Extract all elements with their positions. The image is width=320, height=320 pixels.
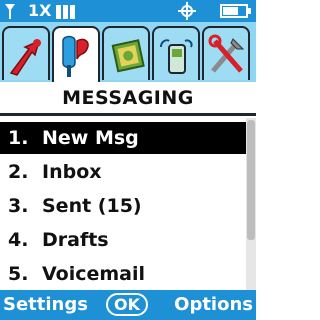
tab-recent-calls[interactable] — [2, 26, 50, 80]
messaging-icon — [62, 35, 89, 77]
gps-icon — [178, 2, 196, 20]
menu-item-label: Drafts — [42, 229, 109, 251]
menu-item-drafts[interactable]: 4. Drafts — [0, 224, 246, 256]
battery-icon — [220, 4, 251, 18]
menu-item-sent[interactable]: 3. Sent (15) — [0, 190, 246, 222]
tab-messaging[interactable] — [52, 26, 100, 84]
menu-item-number: 2. — [8, 161, 29, 183]
status-bar: 1X — [0, 0, 256, 22]
menu-item-number: 3. — [8, 195, 29, 217]
menu-item-number: 4. — [8, 229, 29, 251]
softkey-bar: Settings OK Options — [0, 290, 256, 320]
signal-strength-icon — [56, 5, 75, 19]
tab-phone-settings[interactable] — [152, 26, 200, 80]
menu-item-inbox[interactable]: 2. Inbox — [0, 156, 246, 188]
scrollbar[interactable] — [246, 118, 256, 290]
options-softkey[interactable]: Options — [174, 290, 253, 320]
menu-item-voicemail[interactable]: 5. Voicemail — [0, 258, 246, 290]
media-icon — [111, 39, 145, 73]
page-title-text: MESSAGING — [62, 87, 194, 109]
signal-icon — [5, 4, 15, 19]
recent-calls-icon — [9, 39, 41, 76]
menu-item-new-msg[interactable]: 1. New Msg — [0, 122, 246, 154]
phone-settings-icon — [160, 39, 193, 74]
settings-softkey[interactable]: Settings — [3, 290, 88, 320]
tab-media[interactable] — [102, 26, 150, 80]
menu-item-number: 5. — [8, 263, 29, 285]
menu-item-number: 1. — [8, 127, 29, 149]
tab-row — [0, 22, 256, 84]
menu-item-label: Sent (15) — [42, 195, 142, 217]
ok-button[interactable]: OK — [106, 293, 148, 316]
menu-item-label: Voicemail — [42, 263, 146, 285]
network-type-label: 1X — [28, 1, 52, 20]
menu-item-label: Inbox — [42, 161, 102, 183]
menu-list: 1. New Msg 2. Inbox 3. Sent (15) 4. Draf… — [0, 118, 256, 290]
page-title: MESSAGING — [0, 82, 256, 116]
scrollbar-thumb[interactable] — [247, 120, 255, 240]
tab-tools[interactable] — [202, 26, 250, 80]
tools-icon — [208, 34, 245, 73]
menu-item-label: New Msg — [42, 127, 139, 149]
